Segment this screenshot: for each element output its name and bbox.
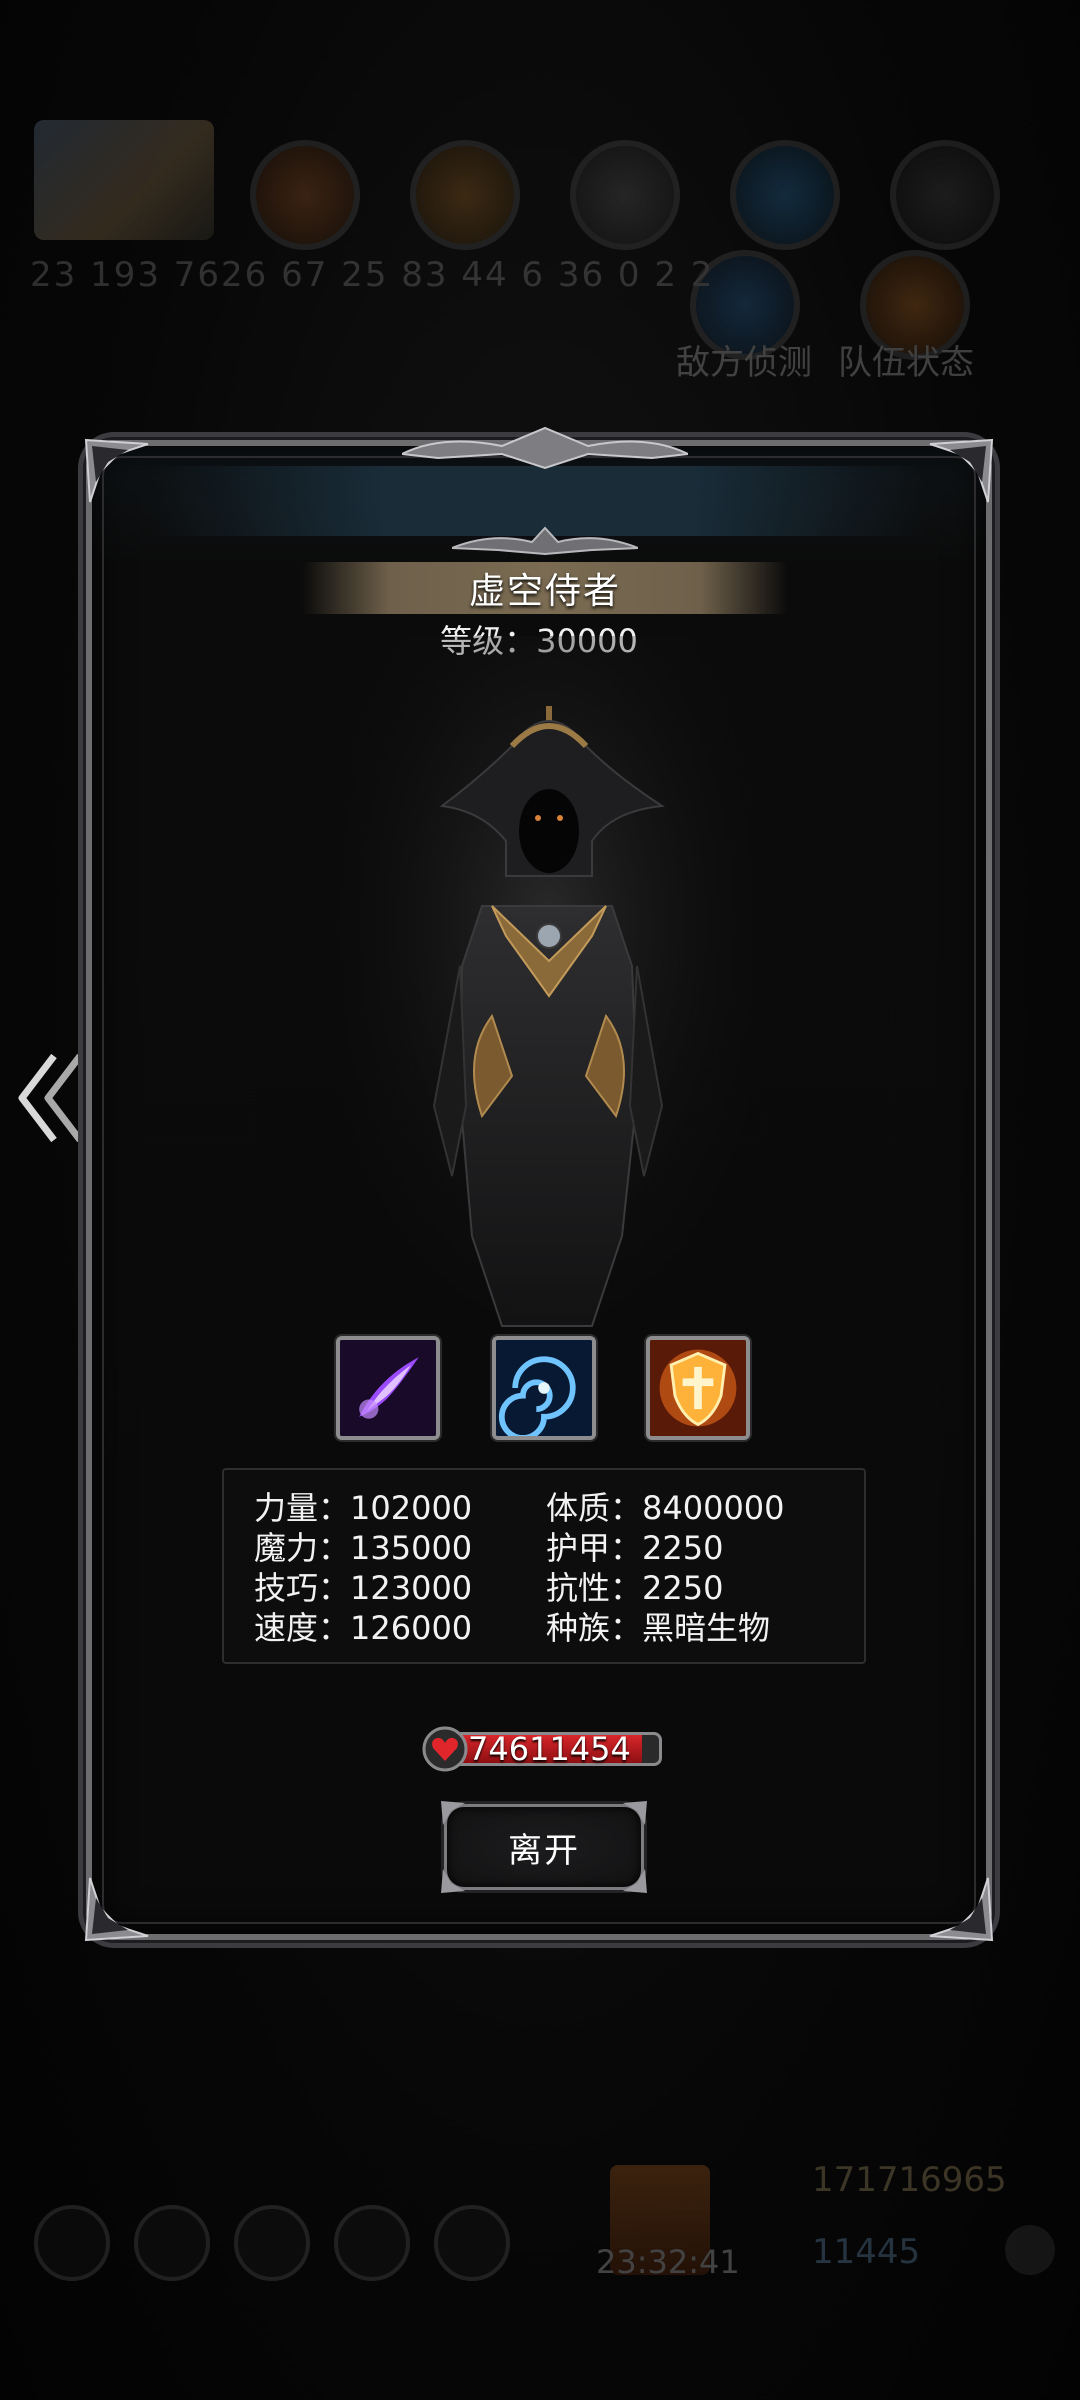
heart-icon	[422, 1726, 468, 1772]
stat-magic: 魔力：135000	[254, 1529, 473, 1567]
game-screen: 23 193 7626 67 25 83 44 6 36 0 2 2 敌方侦测 …	[0, 0, 1080, 2400]
enemy-name: 虚空侍者	[468, 571, 621, 612]
skill-orb-icon	[410, 140, 520, 250]
stat-resistance: 抗性：2250	[546, 1569, 724, 1607]
frame-corner-ornament	[84, 438, 149, 503]
stat-race: 种族：黑暗生物	[546, 1609, 771, 1647]
enemy-stats-panel: 力量：102000 魔力：135000 技巧：123000 速度：126000 …	[222, 1468, 866, 1664]
enemy-detect-label: 敌方侦测	[676, 343, 812, 383]
gift-timer: 23:32:41	[596, 2243, 740, 2281]
menu-button-icon	[34, 2205, 110, 2281]
skill-slot-1[interactable]	[336, 1336, 440, 1440]
frame-corner-ornament	[929, 1877, 994, 1942]
stats-column-left: 力量：102000 魔力：135000 技巧：123000 速度：126000	[254, 1488, 472, 1648]
frame-corner-ornament	[929, 438, 994, 503]
stat-skill: 技巧：123000	[254, 1569, 473, 1607]
leave-button[interactable]: 离开	[441, 1801, 647, 1893]
button-corner-ornament	[623, 1869, 647, 1893]
enemy-info-dialog: 虚空侍者 等级：30000	[84, 426, 994, 1942]
enemy-name-banner: 虚空侍者	[302, 562, 788, 614]
hp-value: 74611454	[468, 1730, 631, 1768]
player-avatar	[34, 120, 214, 240]
add-currency-icon	[1005, 2225, 1055, 2275]
button-corner-ornament	[441, 1801, 465, 1825]
menu-button-icon	[134, 2205, 210, 2281]
gem-amount: 11445	[812, 2232, 921, 2272]
stat-armor: 护甲：2250	[546, 1529, 724, 1567]
skill-orb-icon	[890, 140, 1000, 250]
enemy-portrait	[342, 636, 752, 1356]
stat-constitution: 体质：8400000	[546, 1489, 785, 1527]
menu-button-icon	[434, 2205, 510, 2281]
button-corner-ornament	[623, 1801, 647, 1825]
vortex-icon	[496, 1340, 592, 1436]
stats-column-right: 体质：8400000 护甲：2250 抗性：2250 种族：黑暗生物	[546, 1488, 785, 1648]
team-status-label: 队伍状态	[838, 343, 974, 383]
skill-orb-icon	[250, 140, 360, 250]
skill-orb-icon	[730, 140, 840, 250]
skill-slot-3[interactable]	[646, 1336, 750, 1440]
stat-speed: 速度：126000	[254, 1609, 473, 1647]
skill-slot-2[interactable]	[492, 1336, 596, 1440]
menu-button-icon	[234, 2205, 310, 2281]
back-arrow-icon[interactable]	[14, 1048, 86, 1148]
leave-button-label: 离开	[508, 1830, 580, 1871]
frame-top-ornament	[402, 426, 688, 470]
menu-button-icon	[334, 2205, 410, 2281]
gold-amount: 171716965	[812, 2160, 1007, 2200]
skill-orb-icon	[570, 140, 680, 250]
enemy-hp-bar: 74611454	[422, 1726, 668, 1772]
stat-strength: 力量：102000	[254, 1489, 473, 1527]
button-corner-ornament	[441, 1869, 465, 1893]
title-ornament	[452, 526, 638, 556]
void-bolt-icon	[340, 1340, 436, 1436]
background-stats: 23 193 7626 67 25 83 44 6 36 0 2 2	[30, 255, 715, 295]
holy-shield-icon	[650, 1340, 746, 1436]
frame-corner-ornament	[84, 1877, 149, 1942]
